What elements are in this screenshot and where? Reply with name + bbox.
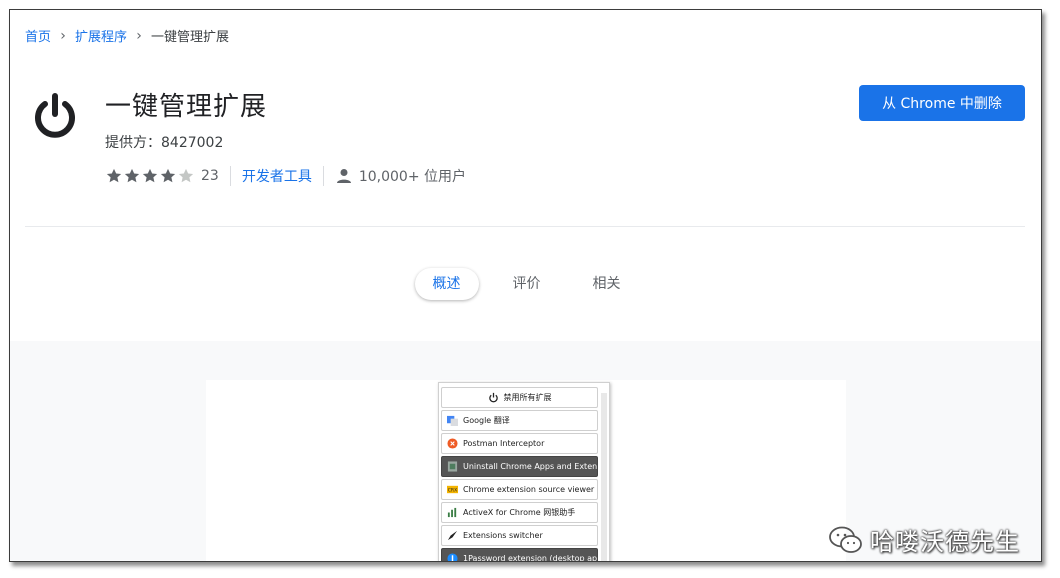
user-icon <box>336 169 351 183</box>
power-icon <box>35 93 75 138</box>
popup-item-label: Chrome extension source viewer <box>463 485 595 494</box>
popup-item-label: ActiveX for Chrome 网银助手 <box>463 508 576 517</box>
tab-bar: 概述 评价 相关 <box>10 268 1041 300</box>
page-frame: 首页 › 扩展程序 › 一键管理扩展 一键管理扩展 提供方：8427002 23… <box>9 9 1042 562</box>
user-count: 10,000+ 位用户 <box>358 169 466 185</box>
popup-item: Postman Interceptor <box>441 433 598 454</box>
star-filled-icon <box>142 168 158 183</box>
popup-scrollbar <box>601 393 607 561</box>
star-filled-icon <box>124 168 140 183</box>
breadcrumb: 首页 › 扩展程序 › 一键管理扩展 <box>25 26 230 46</box>
popup-item: 1Password extension (desktop app <box>441 548 598 562</box>
extension-title: 一键管理扩展 <box>105 92 268 122</box>
rating-stars[interactable] <box>105 167 195 185</box>
wechat-icon <box>829 526 862 553</box>
tab-overview[interactable]: 概述 <box>414 268 479 300</box>
activex-icon <box>447 507 457 518</box>
popup-header-label: 禁用所有扩展 <box>503 393 552 402</box>
remove-from-chrome-button[interactable]: 从 Chrome 中删除 <box>859 85 1025 121</box>
breadcrumb-extensions-link[interactable]: 扩展程序 <box>75 26 127 45</box>
crx-icon: CRX <box>447 485 458 494</box>
section-divider <box>25 226 1025 227</box>
popup-item: Google 翻译 <box>441 410 598 431</box>
watermark: 哈喽沃德先生 <box>828 522 1020 557</box>
star-filled-icon <box>160 168 176 183</box>
watermark-text: 哈喽沃德先生 <box>870 528 1020 556</box>
popup-item-label: Google 翻译 <box>463 416 510 425</box>
power-icon <box>488 392 498 403</box>
postman-icon <box>447 438 458 449</box>
tab-reviews[interactable]: 评价 <box>495 268 559 300</box>
category-link[interactable]: 开发者工具 <box>242 166 312 186</box>
extension-meta: 23 开发者工具 10,000+ 位用户 <box>105 165 466 187</box>
popup-item: Uninstall Chrome Apps and Extensions <box>441 456 598 477</box>
popup-item: CRX Chrome extension source viewer <box>441 479 598 500</box>
popup-item: ActiveX for Chrome 网银助手 <box>441 502 598 523</box>
chevron-right-icon: › <box>60 27 66 44</box>
popup-item-label: Postman Interceptor <box>463 439 545 448</box>
chevron-right-icon: › <box>136 27 142 44</box>
star-empty-icon <box>178 168 194 183</box>
rating-count[interactable]: 23 <box>201 168 219 184</box>
trash-icon <box>447 461 458 472</box>
popup-disable-all-item: 禁用所有扩展 <box>441 387 598 408</box>
popup-item-label: 1Password extension (desktop app <box>463 554 598 562</box>
onepassword-icon <box>447 553 458 561</box>
rocket-icon <box>447 530 458 541</box>
star-filled-icon <box>106 168 122 183</box>
breadcrumb-current: 一键管理扩展 <box>151 30 230 45</box>
popup-item-label: Extensions switcher <box>463 531 543 540</box>
extension-popup-screenshot: 禁用所有扩展 Google 翻译 Postman Interceptor Uni… <box>438 382 610 562</box>
popup-item: Extensions switcher <box>441 525 598 546</box>
svg-text:CRX: CRX <box>448 488 458 494</box>
popup-item-label: Uninstall Chrome Apps and Extensions <box>463 462 598 471</box>
meta-divider <box>322 166 324 186</box>
meta-divider <box>229 166 231 186</box>
tab-related[interactable]: 相关 <box>575 268 639 300</box>
google-translate-icon <box>447 415 458 426</box>
extension-provider: 提供方：8427002 <box>105 135 224 151</box>
breadcrumb-home-link[interactable]: 首页 <box>25 26 51 45</box>
